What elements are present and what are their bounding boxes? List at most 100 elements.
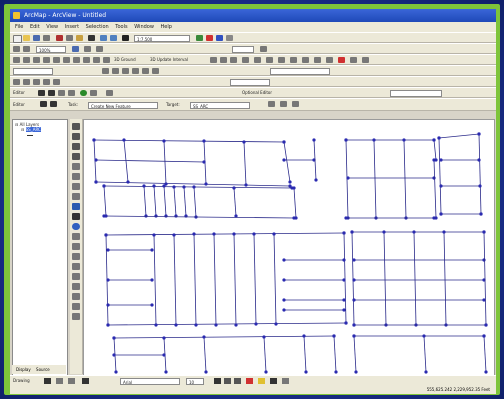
street-vertex[interactable] bbox=[232, 186, 236, 190]
add-data-icon[interactable] bbox=[122, 35, 129, 41]
street-vertex[interactable] bbox=[352, 323, 356, 327]
street-vertex[interactable] bbox=[332, 334, 336, 338]
zoom-in-icon[interactable] bbox=[13, 46, 20, 52]
tab-source[interactable]: Source bbox=[36, 367, 50, 372]
v-forward-icon[interactable] bbox=[72, 193, 80, 200]
street-vertex[interactable] bbox=[106, 278, 110, 282]
v-tool-d-icon[interactable] bbox=[72, 293, 80, 300]
open-icon[interactable] bbox=[23, 35, 30, 41]
street-vertex[interactable] bbox=[274, 322, 278, 326]
street-vertex[interactable] bbox=[382, 230, 386, 234]
street-vertex[interactable] bbox=[288, 180, 292, 184]
street-segment[interactable] bbox=[183, 186, 187, 217]
street-segment[interactable] bbox=[373, 139, 377, 219]
v-select-icon[interactable] bbox=[72, 203, 80, 210]
street-segment[interactable] bbox=[173, 234, 177, 326]
street-segment[interactable] bbox=[243, 141, 247, 186]
help-icon[interactable] bbox=[226, 35, 233, 41]
street-segment[interactable] bbox=[438, 133, 480, 139]
street-segment[interactable] bbox=[403, 139, 407, 219]
3d-center-icon[interactable] bbox=[63, 57, 70, 63]
zoom-out-icon[interactable] bbox=[23, 46, 30, 52]
layout-zoom-combo[interactable] bbox=[232, 46, 254, 53]
street-vertex[interactable] bbox=[477, 158, 481, 162]
menu-window[interactable]: Window bbox=[134, 24, 154, 30]
street-vertex[interactable] bbox=[334, 370, 338, 374]
street-vertex[interactable] bbox=[352, 258, 356, 262]
street-vertex[interactable] bbox=[439, 184, 443, 188]
georef-fit-icon[interactable] bbox=[102, 68, 109, 74]
street-vertex[interactable] bbox=[202, 139, 206, 143]
street-segment[interactable] bbox=[423, 335, 427, 373]
3d-animation-icon[interactable] bbox=[103, 57, 110, 63]
georef-add-point-icon[interactable] bbox=[142, 68, 149, 74]
editor-dropdown-label[interactable]: Editor bbox=[13, 101, 25, 109]
street-vertex[interactable] bbox=[162, 184, 166, 188]
street-vertex[interactable] bbox=[432, 158, 436, 162]
street-vertex[interactable] bbox=[342, 231, 346, 235]
italic-icon[interactable] bbox=[224, 378, 231, 384]
fill-color-icon[interactable] bbox=[258, 378, 265, 384]
redo-icon[interactable] bbox=[110, 35, 117, 41]
street-vertex[interactable] bbox=[439, 158, 443, 162]
marker-color-icon[interactable] bbox=[282, 378, 289, 384]
tab-display[interactable]: Display bbox=[16, 367, 31, 372]
street-segment[interactable] bbox=[193, 233, 197, 326]
attributes-icon[interactable] bbox=[80, 90, 87, 96]
editor-toolbar-icon[interactable] bbox=[196, 35, 203, 41]
sa-layer-combo[interactable] bbox=[230, 79, 270, 86]
street-vertex[interactable] bbox=[424, 370, 428, 374]
street-vertex[interactable] bbox=[352, 334, 356, 338]
street-vertex[interactable] bbox=[112, 353, 116, 357]
map-canvas[interactable] bbox=[84, 120, 494, 375]
optional-editor-combo[interactable] bbox=[390, 90, 442, 97]
street-vertex[interactable] bbox=[150, 303, 154, 307]
georef-scale-icon[interactable] bbox=[132, 68, 139, 74]
paste-icon[interactable] bbox=[76, 35, 83, 41]
draw-rectangle-icon[interactable] bbox=[68, 378, 75, 384]
zoom-combo[interactable]: 100% bbox=[36, 46, 66, 53]
v-zoom-out-icon[interactable] bbox=[72, 133, 80, 140]
street-vertex[interactable] bbox=[182, 185, 186, 189]
topology-icon[interactable] bbox=[106, 90, 113, 96]
street-vertex[interactable] bbox=[202, 335, 206, 339]
street-vertex[interactable] bbox=[192, 232, 196, 236]
street-segment[interactable] bbox=[153, 234, 157, 326]
layout-icon[interactable] bbox=[72, 46, 79, 52]
street-vertex[interactable] bbox=[106, 248, 110, 252]
font-combo[interactable]: Arial bbox=[120, 378, 180, 385]
3d-interpolate-polygon-icon[interactable] bbox=[314, 57, 321, 63]
street-vertex[interactable] bbox=[212, 232, 216, 236]
street-vertex[interactable] bbox=[484, 370, 488, 374]
draw-text-icon[interactable] bbox=[82, 378, 89, 384]
delete-icon[interactable] bbox=[88, 35, 95, 41]
v-zoom-in-icon[interactable] bbox=[72, 123, 80, 130]
street-vertex[interactable] bbox=[94, 158, 98, 162]
street-vertex[interactable] bbox=[114, 370, 118, 374]
street-vertex[interactable] bbox=[344, 138, 348, 142]
sa-contour-icon[interactable] bbox=[33, 79, 40, 85]
v-tool-c-icon[interactable] bbox=[72, 283, 80, 290]
street-vertex[interactable] bbox=[422, 334, 426, 338]
street-vertex[interactable] bbox=[282, 298, 286, 302]
street-vertex[interactable] bbox=[174, 323, 178, 327]
street-vertex[interactable] bbox=[482, 230, 486, 234]
street-vertex[interactable] bbox=[150, 278, 154, 282]
v-measure-icon[interactable] bbox=[72, 243, 80, 250]
street-vertex[interactable] bbox=[152, 233, 156, 237]
street-vertex[interactable] bbox=[350, 230, 354, 234]
street-vertex[interactable] bbox=[164, 370, 168, 374]
editor-pointer-icon[interactable] bbox=[40, 101, 47, 107]
font-size-combo[interactable]: 10 bbox=[186, 378, 204, 385]
street-vertex[interactable] bbox=[144, 214, 148, 218]
street-vertex[interactable] bbox=[94, 180, 98, 184]
street-vertex[interactable] bbox=[214, 323, 218, 327]
refresh-icon[interactable] bbox=[260, 46, 267, 52]
street-vertex[interactable] bbox=[344, 216, 348, 220]
street-vertex[interactable] bbox=[282, 278, 286, 282]
v-full-extent-icon[interactable] bbox=[72, 173, 80, 180]
street-segment[interactable] bbox=[105, 232, 345, 236]
street-vertex[interactable] bbox=[302, 334, 306, 338]
menu-file[interactable]: File bbox=[15, 24, 23, 30]
street-vertex[interactable] bbox=[152, 184, 156, 188]
